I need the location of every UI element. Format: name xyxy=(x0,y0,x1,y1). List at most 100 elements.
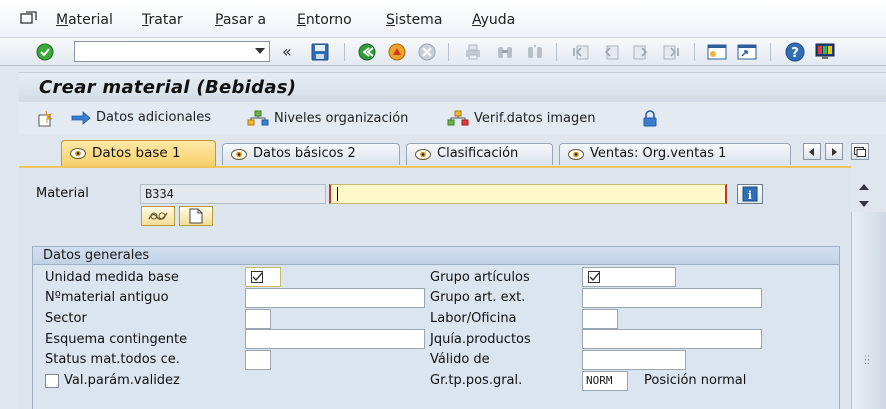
val-param-validez-label: Val.parám.validez xyxy=(64,373,180,388)
grupo-articulos-label: Grupo artículos xyxy=(430,270,530,285)
exit-icon[interactable] xyxy=(386,42,408,62)
toolbar-separator xyxy=(770,43,771,61)
niveles-organizacion-button[interactable]: Niveles organización xyxy=(247,110,408,126)
menu-pasar-label: asar a xyxy=(222,12,267,28)
labor-oficina-input[interactable] xyxy=(582,309,618,329)
command-dropdown-icon[interactable] xyxy=(255,48,265,54)
tab-datos-base-1-label: Datos base 1 xyxy=(92,145,181,161)
menu-material-mnemonic: M xyxy=(56,12,69,28)
tab-ventas-label: Ventas: Org.ventas 1 xyxy=(590,146,727,161)
check-structure-icon xyxy=(447,110,469,126)
status-mat-todos-ce-label: Status mat.todos ce. xyxy=(45,352,180,367)
tab-datos-basicos-2-label: Datos básicos 2 xyxy=(253,146,356,161)
command-field[interactable] xyxy=(74,41,270,62)
menu-ayuda[interactable]: Ayuda xyxy=(472,12,515,28)
tab-datos-base-1[interactable]: Datos base 1 xyxy=(61,140,216,166)
labor-oficina-label: Labor/Oficina xyxy=(430,311,517,326)
vertical-scrollbar[interactable]: :::: xyxy=(851,176,886,409)
next-page-icon[interactable] xyxy=(630,42,652,62)
material-label: Material xyxy=(36,186,89,201)
toolbar-separator xyxy=(344,43,345,61)
menu-material[interactable]: Material xyxy=(56,12,113,28)
gr-tp-pos-gral-input[interactable]: NORM xyxy=(582,371,628,391)
datos-generales-group: Datos generales Unidad medida base Nºmat… xyxy=(32,246,840,409)
create-new-icon[interactable] xyxy=(37,110,60,128)
system-menu-icon[interactable] xyxy=(20,11,38,25)
scroll-up-icon[interactable] xyxy=(859,184,869,190)
tab-clasificacion[interactable]: Clasificación xyxy=(406,143,553,165)
document-icon[interactable] xyxy=(179,206,213,226)
material-number-value: B334 xyxy=(145,187,174,201)
tab-scroll-left-icon[interactable] xyxy=(803,143,821,160)
last-page-icon[interactable] xyxy=(660,42,682,62)
svg-text:?: ? xyxy=(791,46,799,61)
previous-page-icon[interactable] xyxy=(600,42,622,62)
menu-entorno[interactable]: Entorno xyxy=(297,12,352,28)
find-icon[interactable] xyxy=(494,42,516,62)
tab-strip: Datos base 1 Datos básicos 2 Clasificaci… xyxy=(19,140,886,166)
tab-ventas-org-ventas-1[interactable]: Ventas: Org.ventas 1 xyxy=(559,143,791,165)
sector-input[interactable] xyxy=(245,309,271,329)
scroll-track[interactable] xyxy=(851,212,886,409)
print-icon[interactable] xyxy=(462,42,484,62)
menu-material-label: aterial xyxy=(68,12,113,28)
tab-view-icon xyxy=(231,149,247,160)
create-session-icon[interactable] xyxy=(706,42,728,62)
scroll-grip-icon[interactable]: :::: xyxy=(864,354,870,367)
arrow-right-icon xyxy=(71,110,91,125)
required-field-icon xyxy=(251,271,263,283)
verif-datos-imagen-button[interactable]: Verif.datos imagen xyxy=(447,110,596,126)
tab-view-icon xyxy=(568,149,584,160)
toolbar-separator xyxy=(556,43,557,61)
menu-pasar-mnemonic: P xyxy=(215,12,223,28)
tab-view-icon xyxy=(415,149,431,160)
val-param-validez-checkbox[interactable] xyxy=(45,374,59,388)
gr-tp-pos-gral-label: Gr.tp.pos.gral. xyxy=(430,373,523,388)
esquema-contingente-input[interactable] xyxy=(245,329,425,349)
cancel-icon[interactable] xyxy=(416,42,438,62)
help-icon[interactable]: ? xyxy=(784,42,806,62)
menu-ayuda-label: yuda xyxy=(480,12,516,28)
first-page-icon[interactable] xyxy=(570,42,592,62)
scroll-down-icon[interactable] xyxy=(859,201,869,207)
nmaterial-antiguo-input[interactable] xyxy=(245,288,425,308)
tab-list-icon[interactable] xyxy=(851,143,869,160)
material-number-field: B334 xyxy=(140,184,326,204)
valido-de-input[interactable] xyxy=(582,350,686,370)
lock-icon[interactable] xyxy=(641,110,664,128)
toolbar-separator xyxy=(448,43,449,61)
shortcut-icon[interactable] xyxy=(736,42,758,62)
enter-icon[interactable] xyxy=(34,42,56,62)
menu-tratar[interactable]: Tratar xyxy=(142,12,183,28)
find-next-icon[interactable] xyxy=(524,42,546,62)
grupo-articulos-input[interactable] xyxy=(582,267,676,287)
tab-datos-basicos-2[interactable]: Datos básicos 2 xyxy=(222,143,400,165)
datos-adicionales-button[interactable]: Datos adicionales xyxy=(71,110,211,125)
org-structure-icon xyxy=(247,110,269,126)
menu-tratar-label: ratar xyxy=(148,12,183,28)
material-description-input[interactable] xyxy=(329,184,727,204)
menu-pasar-a[interactable]: Pasar a xyxy=(215,12,266,28)
menu-sistema[interactable]: Sistema xyxy=(386,12,442,28)
collapse-command-button[interactable]: « xyxy=(282,42,292,61)
long-text-icon[interactable]: i xyxy=(737,184,763,204)
back-icon[interactable] xyxy=(356,42,378,62)
menu-bar: Material Tratar Pasar a Entorno Sistema … xyxy=(0,0,886,38)
toolbar-separator xyxy=(694,43,695,61)
layout-menu-icon[interactable] xyxy=(814,42,836,62)
standard-toolbar: « ? xyxy=(0,38,886,66)
additional-data-icon[interactable] xyxy=(141,206,175,226)
unidad-medida-base-input[interactable] xyxy=(245,267,281,287)
posicion-normal-text: Posición normal xyxy=(644,373,747,388)
niveles-organizacion-label: Niveles organización xyxy=(274,110,409,126)
tab-clasificacion-label: Clasificación xyxy=(437,146,519,161)
required-field-icon xyxy=(588,271,600,283)
tab-scroll-right-icon[interactable] xyxy=(825,143,843,160)
jquia-productos-input[interactable] xyxy=(582,329,762,349)
grupo-art-ext-label: Grupo art. ext. xyxy=(430,290,526,305)
grupo-art-ext-input[interactable] xyxy=(582,288,762,308)
status-mat-todos-ce-input[interactable] xyxy=(245,350,271,370)
menu-entorno-mnemonic: E xyxy=(297,12,306,28)
application-toolbar: Datos adicionales Niveles organización V… xyxy=(19,102,886,134)
save-icon[interactable] xyxy=(309,42,331,62)
